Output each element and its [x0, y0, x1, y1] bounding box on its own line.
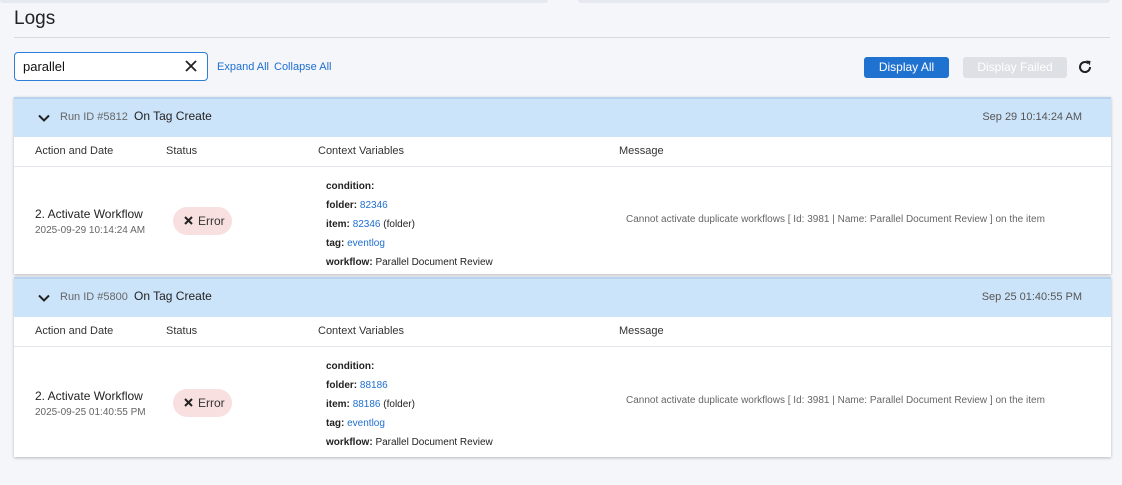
page-title: Logs [14, 8, 56, 29]
context-variables: condition: folder: 82346 item: 82346 (fo… [326, 177, 493, 272]
run-header[interactable]: Run ID #5812 On Tag Create Sep 29 10:14:… [14, 97, 1111, 137]
close-icon[interactable] [184, 59, 198, 73]
search-box [14, 52, 208, 81]
x-icon [184, 398, 193, 407]
run-timestamp: Sep 25 01:40:55 PM [981, 291, 1082, 303]
status-text: Error [198, 214, 225, 228]
ctx-workflow-key: workflow: [326, 257, 373, 268]
col-message: Message [619, 325, 664, 337]
run-header[interactable]: Run ID #5800 On Tag Create Sep 25 01:40:… [14, 277, 1111, 317]
ctx-folder-link[interactable]: 88186 [360, 380, 388, 391]
expand-all-link[interactable]: Expand All [217, 61, 269, 73]
action-name: 2. Activate Workflow [35, 207, 143, 221]
log-row: 2. Activate Workflow 2025-09-29 10:14:24… [14, 167, 1111, 274]
collapse-all-link[interactable]: Collapse All [274, 61, 331, 73]
status-badge: Error [173, 389, 232, 417]
column-headers: Action and Date Status Context Variables… [14, 137, 1111, 167]
col-status: Status [166, 325, 198, 337]
ctx-item-link[interactable]: 82346 [353, 219, 381, 230]
context-variables: condition: folder: 88186 item: 88186 (fo… [326, 357, 493, 452]
x-icon [184, 216, 193, 225]
ctx-folder-link[interactable]: 82346 [360, 200, 388, 211]
chevron-down-icon[interactable] [37, 291, 51, 305]
run-id: Run ID #5812 [60, 111, 128, 123]
action-date: 2025-09-25 01:40:55 PM [35, 407, 146, 418]
run-panel: Run ID #5800 On Tag Create Sep 25 01:40:… [14, 277, 1111, 457]
ctx-folder-key: folder: [326, 200, 358, 211]
run-timestamp: Sep 29 10:14:24 AM [982, 111, 1082, 123]
ctx-folder-key: folder: [326, 380, 358, 391]
col-action-date: Action and Date [35, 325, 114, 337]
ctx-item-key: item: [326, 219, 350, 230]
ctx-workflow-key: workflow: [326, 437, 373, 448]
ctx-condition-key: condition: [326, 181, 375, 192]
action-date: 2025-09-29 10:14:24 AM [35, 225, 146, 236]
col-status: Status [166, 145, 198, 157]
col-action-date: Action and Date [35, 145, 114, 157]
display-all-button[interactable]: Display All [864, 57, 949, 78]
ctx-condition-key: condition: [326, 361, 375, 372]
action-name: 2. Activate Workflow [35, 389, 143, 403]
ctx-workflow-value: Parallel Document Review [375, 437, 493, 448]
ctx-tag-link[interactable]: eventlog [347, 238, 385, 249]
ctx-tag-key: tag: [326, 238, 345, 249]
ctx-item-suffix: (folder) [380, 399, 415, 410]
col-context: Context Variables [318, 145, 405, 157]
chevron-down-icon[interactable] [37, 111, 51, 125]
status-badge: Error [173, 207, 232, 235]
display-failed-button: Display Failed [963, 57, 1067, 78]
ctx-item-link[interactable]: 88186 [353, 399, 381, 410]
search-input[interactable] [23, 53, 173, 80]
ctx-item-suffix: (folder) [380, 219, 415, 230]
log-message: Cannot activate duplicate workflows [ Id… [626, 395, 1045, 406]
run-trigger: On Tag Create [134, 109, 212, 123]
ctx-workflow-value: Parallel Document Review [375, 257, 493, 268]
ctx-tag-link[interactable]: eventlog [347, 418, 385, 429]
title-divider [14, 37, 1110, 38]
col-message: Message [619, 145, 664, 157]
ctx-tag-key: tag: [326, 418, 345, 429]
run-id: Run ID #5800 [60, 291, 128, 303]
log-row: 2. Activate Workflow 2025-09-25 01:40:55… [14, 347, 1111, 457]
run-trigger: On Tag Create [134, 289, 212, 303]
run-panel: Run ID #5812 On Tag Create Sep 29 10:14:… [14, 97, 1111, 274]
refresh-icon[interactable] [1076, 58, 1094, 76]
col-context: Context Variables [318, 325, 405, 337]
ctx-item-key: item: [326, 399, 350, 410]
status-text: Error [198, 396, 225, 410]
column-headers: Action and Date Status Context Variables… [14, 317, 1111, 347]
top-shade [0, 0, 1122, 4]
log-message: Cannot activate duplicate workflows [ Id… [626, 214, 1045, 225]
